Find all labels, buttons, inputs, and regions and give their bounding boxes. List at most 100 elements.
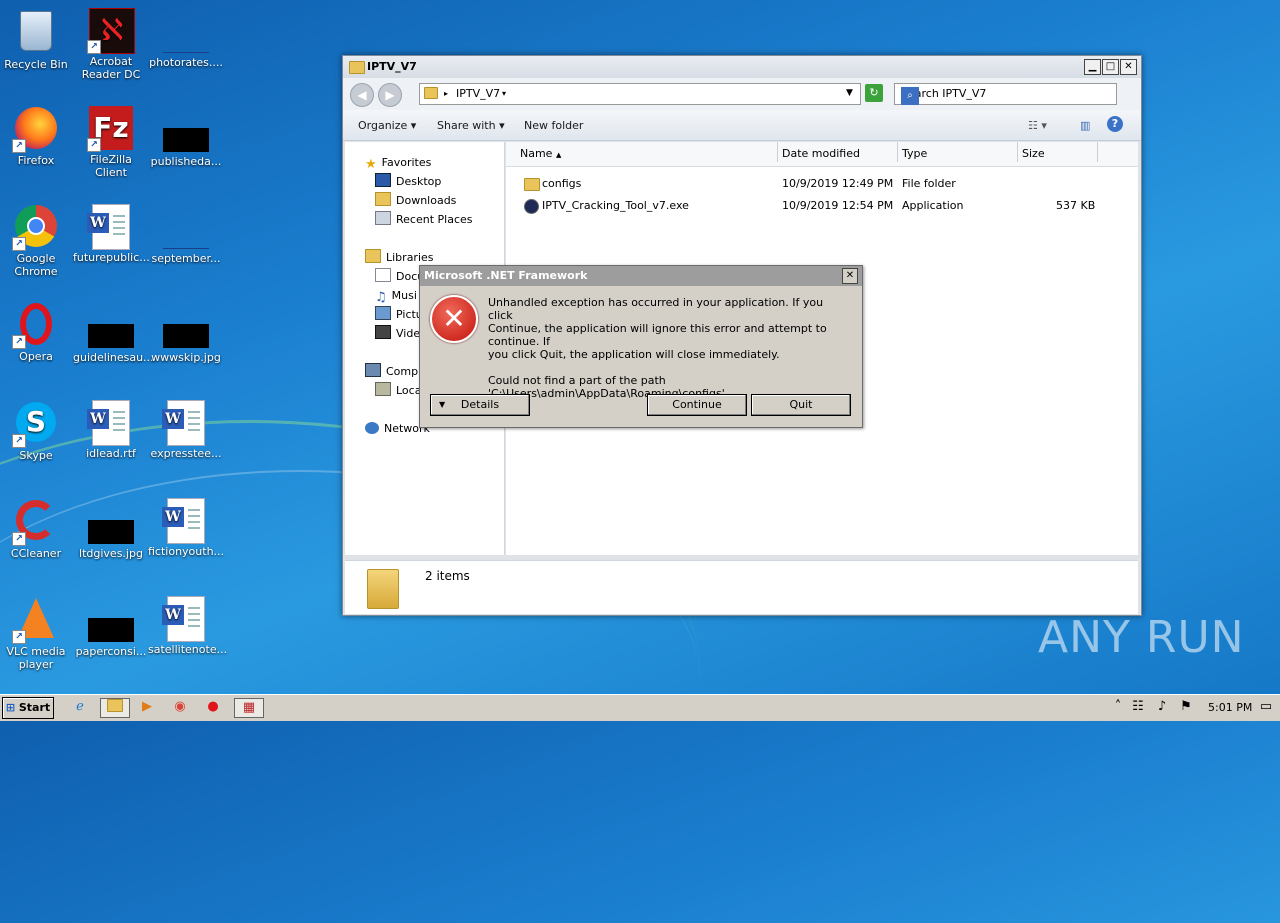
desktop-icon-futurepublic[interactable]: W futurepublic... <box>73 204 150 264</box>
message-line: Unhandled exception has occurred in your… <box>488 296 824 322</box>
desktop-icon-idlead[interactable]: W idlead.rtf <box>73 400 149 460</box>
preview-pane-icon[interactable]: ▥ <box>1080 119 1090 132</box>
nav-favorites[interactable]: ★ Favorites <box>365 154 431 172</box>
desktop-icon-chrome[interactable]: ↗ Google Chrome <box>0 204 74 278</box>
word-document-icon: W <box>162 498 208 544</box>
nav-local-disk[interactable]: Loca <box>375 382 421 400</box>
desktop-icon-vlc[interactable]: ↗ VLC media player <box>0 596 74 671</box>
nav-desktop[interactable]: Desktop <box>375 173 441 191</box>
minimize-button[interactable]: ▁ <box>1084 59 1101 75</box>
word-document-icon: W <box>162 400 208 446</box>
desktop-icon-expresstee[interactable]: W expresstee... <box>148 400 224 460</box>
desktop-icon-fictionyouth[interactable]: W fictionyouth... <box>148 498 224 558</box>
close-button[interactable]: ✕ <box>1120 59 1137 75</box>
media-player-icon[interactable]: ▶ <box>137 698 157 716</box>
desktop-icon-photorates[interactable]: photorates.... <box>148 8 224 69</box>
nav-downloads[interactable]: Downloads <box>375 192 456 210</box>
desktop-icon-guidelinesau[interactable]: guidelinesau... <box>73 302 154 364</box>
maximize-button[interactable]: □ <box>1102 59 1119 75</box>
nav-videos[interactable]: Vide <box>375 325 420 343</box>
quit-button[interactable]: Quit <box>751 394 851 416</box>
desktop-icon-label: FileZilla Client <box>90 153 132 179</box>
file-date: 10/9/2019 12:54 PM <box>782 199 894 212</box>
chrome-icon: ↗ <box>12 205 58 251</box>
error-dialog: Microsoft .NET Framework ✕ ✕ Unhandled e… <box>419 265 863 428</box>
desktop-icon-wwwskip[interactable]: wwwskip.jpg <box>148 302 224 364</box>
show-desktop-button[interactable]: ▭ <box>1258 698 1274 716</box>
pictures-icon <box>375 306 391 320</box>
window-titlebar[interactable]: IPTV_V7 ▁ □ ✕ <box>343 56 1141 78</box>
clock[interactable]: 5:01 PM <box>1208 701 1252 714</box>
view-options-icon[interactable]: ☷ ▾ <box>1028 119 1047 132</box>
file-date: 10/9/2019 12:49 PM <box>782 177 894 190</box>
share-with-button[interactable]: Share with ▾ <box>437 119 505 132</box>
network-tray-icon[interactable]: ☷ <box>1128 698 1148 716</box>
start-button[interactable]: ⊞ Start <box>2 697 54 719</box>
address-dropdown-icon[interactable]: ▼ <box>846 88 853 98</box>
dialog-titlebar[interactable]: Microsoft .NET Framework ✕ <box>420 266 862 286</box>
help-icon[interactable]: ? <box>1107 116 1123 132</box>
desktop-icon-ltdgives[interactable]: ltdgives.jpg <box>73 498 149 560</box>
word-document-icon: W <box>87 400 133 446</box>
file-row[interactable]: configs 10/9/2019 12:49 PM File folder <box>506 174 1138 194</box>
desktop-icon-label: satellitenote... <box>148 643 228 656</box>
desktop-icon-recycle-bin[interactable]: Recycle Bin <box>0 8 74 71</box>
internet-explorer-icon[interactable]: ℯ <box>70 698 90 716</box>
nav-music[interactable]: ♫ Musi <box>375 287 417 305</box>
details-button[interactable]: ▼ Details <box>430 394 530 416</box>
command-bar: Organize ▾ Share with ▾ New folder ☷ ▾ ▥… <box>343 110 1141 141</box>
address-input[interactable]: ▸ IPTV_V7 ▾ ▼ <box>419 83 861 105</box>
desktop-icon-satellitenote[interactable]: W satellitenote... <box>148 596 228 656</box>
breadcrumb-item[interactable]: IPTV_V7 <box>456 87 500 100</box>
word-document-icon: W <box>162 596 208 642</box>
desktop-icon-skype[interactable]: S ↗ Skype <box>0 400 74 462</box>
dialog-close-button[interactable]: ✕ <box>842 268 858 284</box>
desktop-icon-ccleaner[interactable]: ↗ CCleaner <box>0 498 74 560</box>
nav-documents[interactable]: Docu <box>375 268 424 286</box>
opera-icon: ↗ <box>12 303 58 349</box>
file-name: configs <box>542 177 582 190</box>
search-input[interactable]: Search IPTV_V7 ⌕ <box>894 83 1117 105</box>
back-button[interactable]: ◀ <box>350 83 374 107</box>
desktop-icon-publisheda[interactable]: publisheda... <box>148 106 224 168</box>
music-icon: ♫ <box>375 290 387 305</box>
forward-button[interactable]: ▶ <box>378 83 402 107</box>
column-date-modified[interactable]: Date modified <box>777 142 896 162</box>
opera-taskbar-icon[interactable]: ● <box>203 698 223 716</box>
desktop-icon-label: photorates.... <box>149 56 223 69</box>
continue-button[interactable]: Continue <box>647 394 747 416</box>
nav-recent-places[interactable]: Recent Places <box>375 211 473 229</box>
recent-places-icon <box>375 211 391 225</box>
column-name[interactable]: Name ▲ <box>506 142 785 162</box>
desktop-icon-firefox[interactable]: ↗ Firefox <box>0 106 74 167</box>
desktop-icon-paperconsi[interactable]: paperconsi... <box>73 596 149 658</box>
search-icon[interactable]: ⌕ <box>901 87 919 105</box>
column-size[interactable]: Size <box>1017 142 1096 162</box>
file-icon <box>88 618 134 642</box>
window-title: IPTV_V7 <box>367 60 417 73</box>
videos-icon <box>375 325 391 339</box>
skype-icon: S ↗ <box>12 402 58 448</box>
desktop-icon-opera[interactable]: ↗ Opera <box>0 302 74 363</box>
desktop-icon-acrobat[interactable]: ℵ ↗ Acrobat Reader DC <box>73 8 149 81</box>
organize-button[interactable]: Organize ▾ <box>358 119 416 132</box>
action-center-flag-icon[interactable]: ⚑ <box>1176 698 1196 716</box>
folder-icon <box>524 178 540 191</box>
column-type[interactable]: Type <box>897 142 1016 162</box>
column-extra[interactable] <box>1097 142 1138 162</box>
volume-icon[interactable]: ♪ <box>1152 698 1172 716</box>
nav-pictures[interactable]: Pictu <box>375 306 423 324</box>
new-folder-button[interactable]: New folder <box>524 119 583 132</box>
vlc-cone-icon: ↗ <box>12 598 58 644</box>
desktop-icon-september[interactable]: september... <box>148 204 224 265</box>
downloads-icon <box>375 192 391 206</box>
tray-expand-icon[interactable]: ˄ <box>1108 698 1128 716</box>
app-taskbar-icon[interactable]: ▦ <box>234 698 264 718</box>
network-icon <box>365 422 379 434</box>
chrome-taskbar-icon[interactable]: ◉ <box>170 698 190 716</box>
explorer-taskbar-icon[interactable] <box>100 698 130 718</box>
file-row[interactable]: IPTV_Cracking_Tool_v7.exe 10/9/2019 12:5… <box>506 196 1138 216</box>
nav-computer[interactable]: Compu <box>365 363 425 381</box>
desktop-icon-filezilla[interactable]: Fz ↗ FileZilla Client <box>73 106 149 179</box>
refresh-icon[interactable]: ↻ <box>865 84 883 102</box>
